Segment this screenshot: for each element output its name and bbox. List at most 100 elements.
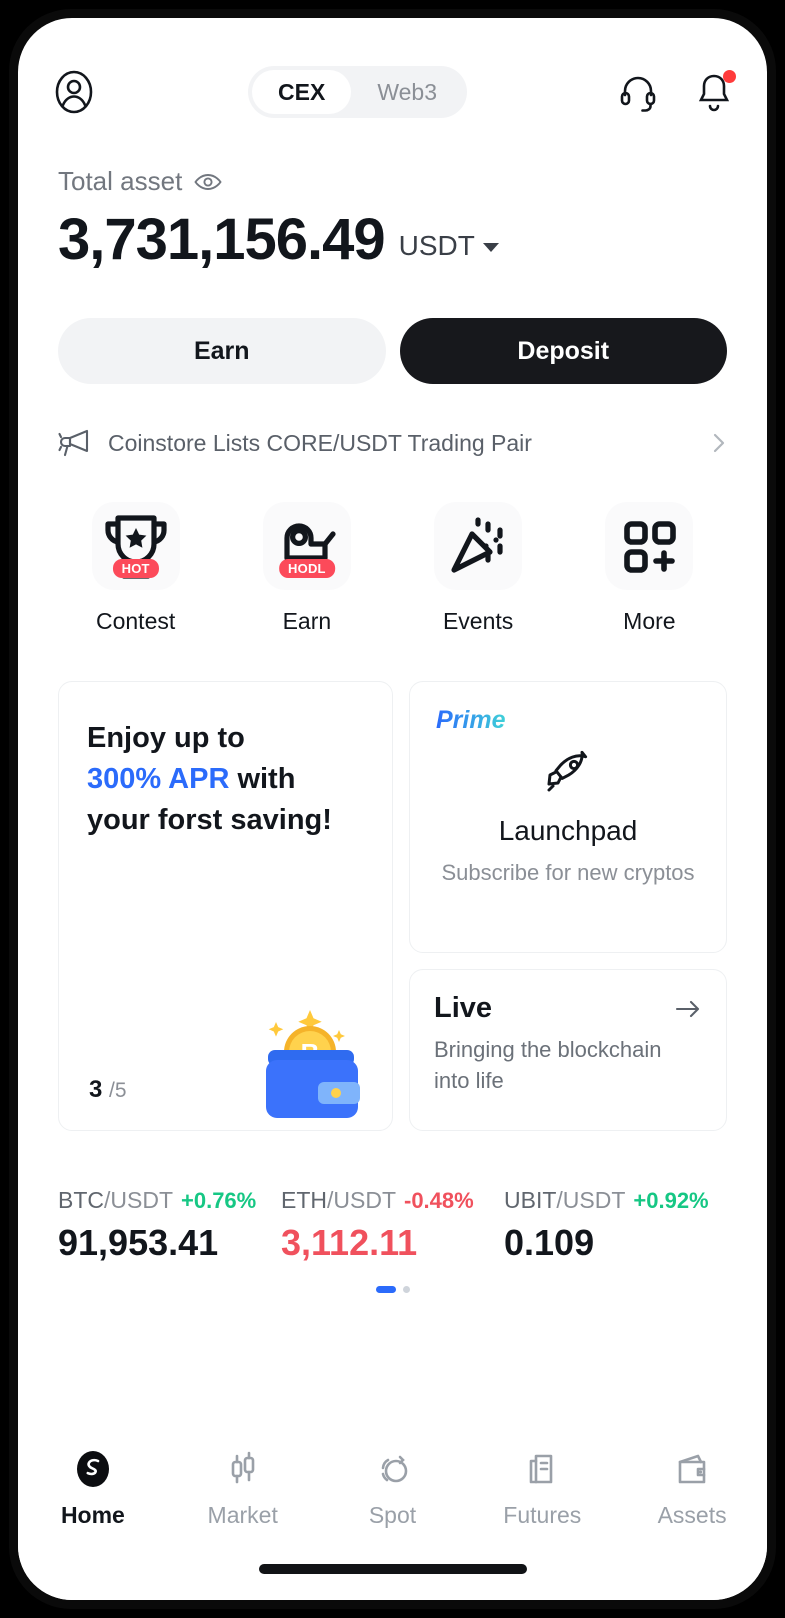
swap-circles-icon	[371, 1448, 413, 1490]
megaphone-icon	[58, 428, 92, 458]
ticker-change: +0.76%	[181, 1188, 257, 1214]
ticker-head: ETH/USDT -0.48%	[281, 1187, 504, 1214]
phone-frame: CEX Web3 Total asset 3,731,156.49 USDT E…	[9, 9, 776, 1609]
carousel-current: 3	[89, 1076, 103, 1104]
carousel-indicator: 3 /5	[89, 1076, 127, 1104]
quick-tile-earn[interactable]: HODL Earn	[221, 502, 392, 635]
chevron-right-icon[interactable]	[711, 431, 727, 455]
headset-icon[interactable]	[617, 71, 659, 113]
saving-promo-card[interactable]: Enjoy up to 300% APR with your forst sav…	[58, 681, 393, 1132]
ticker-quote: /USDT	[104, 1187, 173, 1214]
quick-tile-label: Contest	[95, 608, 176, 635]
document-icon	[521, 1448, 563, 1490]
bell-icon[interactable]	[693, 70, 736, 113]
launchpad-subtitle: Subscribe for new cryptos	[441, 860, 695, 886]
tile-badge-hodl: HODL	[279, 559, 335, 579]
header-icons	[617, 70, 736, 113]
ticker-head: BTC/USDT +0.76%	[58, 1187, 281, 1214]
ticker-ubit[interactable]: UBIT/USDT +0.92% 0.109	[504, 1187, 727, 1264]
live-card[interactable]: Live Bringing the blockchain into life	[409, 969, 727, 1132]
ticker-base: ETH	[281, 1187, 327, 1214]
announcement-text: Coinstore Lists CORE/USDT Trading Pair	[108, 429, 532, 456]
arrow-right-icon[interactable]	[674, 998, 702, 1020]
saving-line1: Enjoy up to	[87, 722, 245, 755]
nav-item-futures[interactable]: Futures	[467, 1448, 617, 1529]
quick-tile-events[interactable]: Events	[393, 502, 564, 635]
nav-item-home[interactable]: Home	[18, 1448, 168, 1529]
ticker-pair: UBIT/USDT	[504, 1187, 625, 1214]
saving-promo-text: Enjoy up to 300% APR with your forst sav…	[87, 718, 364, 840]
total-asset-label-row: Total asset	[58, 166, 727, 197]
nav-item-market[interactable]: Market	[168, 1448, 318, 1529]
notification-dot	[723, 70, 736, 83]
carousel-pagination[interactable]	[18, 1286, 767, 1294]
cex-web3-toggle[interactable]: CEX Web3	[248, 66, 467, 118]
launchpad-card[interactable]: Prime Launchpad Subscribe for new crypto…	[409, 681, 727, 954]
promo-grid: Enjoy up to 300% APR with your forst sav…	[18, 635, 767, 1132]
candlestick-icon	[222, 1448, 264, 1490]
ticker-change: -0.48%	[404, 1188, 474, 1214]
bottom-navigation: Home Market Spot Futures Assets	[18, 1420, 767, 1600]
user-circle-icon[interactable]	[50, 68, 98, 116]
tab-cex[interactable]: CEX	[252, 70, 352, 114]
wallet-icon	[671, 1448, 713, 1490]
tab-web3[interactable]: Web3	[351, 70, 463, 114]
ticker-change: +0.92%	[633, 1188, 709, 1214]
promo-left-column: Enjoy up to 300% APR with your forst sav…	[58, 681, 393, 1132]
earn-button[interactable]: Earn	[58, 318, 386, 385]
live-title: Live	[434, 992, 493, 1025]
nav-label: Futures	[503, 1502, 582, 1528]
total-asset-label: Total asset	[58, 166, 183, 196]
ticker-quote: /USDT	[556, 1187, 626, 1214]
ticker-base: UBIT	[504, 1187, 557, 1214]
quick-tile-contest[interactable]: HOT Contest	[50, 502, 221, 635]
eye-icon[interactable]	[194, 172, 222, 192]
primary-actions: Earn Deposit	[18, 270, 767, 385]
coinstore-logo-icon	[72, 1448, 114, 1490]
quick-tile-label: More	[623, 608, 676, 635]
nav-label: Spot	[368, 1502, 417, 1528]
ticker-eth[interactable]: ETH/USDT -0.48% 3,112.11	[281, 1187, 504, 1264]
nav-label: Home	[60, 1502, 125, 1528]
grid-plus-icon	[605, 502, 694, 591]
wallet-bitcoin-icon: B	[214, 972, 374, 1122]
caret-down-icon[interactable]	[482, 243, 499, 253]
saving-apr-highlight: 300% APR	[87, 763, 230, 796]
promo-right-column: Prime Launchpad Subscribe for new crypto…	[409, 681, 727, 1132]
confetti-icon	[434, 502, 523, 591]
quick-action-tiles: HOT Contest HODL Earn Events More	[18, 458, 767, 635]
ticker-head: UBIT/USDT +0.92%	[504, 1187, 727, 1214]
launchpad-title: Launchpad	[498, 815, 638, 847]
rocket-icon	[540, 743, 596, 799]
total-asset-balance: 3,731,156.49	[58, 207, 386, 272]
deposit-button[interactable]: Deposit	[399, 318, 727, 385]
quick-tile-label: Events	[442, 608, 514, 635]
pagination-dot[interactable]	[402, 1286, 410, 1294]
home-indicator	[258, 1564, 527, 1574]
app-header: CEX Web3	[18, 18, 767, 128]
announcement-banner[interactable]: Coinstore Lists CORE/USDT Trading Pair	[18, 384, 767, 458]
quick-tile-label: Earn	[282, 608, 332, 635]
market-tickers: BTC/USDT +0.76% 91,953.41 ETH/USDT -0.48…	[18, 1131, 767, 1264]
pagination-dot-active[interactable]	[375, 1286, 396, 1294]
live-subtitle: Bringing the blockchain into life	[434, 1037, 662, 1094]
nav-label: Market	[207, 1502, 278, 1528]
saving-line3: your forst saving!	[87, 803, 332, 836]
ticker-pair: BTC/USDT	[58, 1187, 173, 1214]
saving-line2-tail: with	[229, 763, 296, 796]
nav-label: Assets	[657, 1502, 727, 1528]
balance-row: 3,731,156.49 USDT	[58, 209, 727, 270]
nav-item-assets[interactable]: Assets	[617, 1448, 767, 1529]
carousel-total: /5	[109, 1079, 127, 1103]
ticker-price: 0.109	[504, 1222, 595, 1264]
ticker-price: 91,953.41	[58, 1222, 219, 1264]
nav-item-spot[interactable]: Spot	[318, 1448, 468, 1529]
tile-badge-hot: HOT	[112, 559, 159, 579]
quick-tile-more[interactable]: More	[564, 502, 735, 635]
ticker-base: BTC	[58, 1187, 104, 1214]
live-header-row: Live	[434, 992, 702, 1025]
ticker-btc[interactable]: BTC/USDT +0.76% 91,953.41	[58, 1187, 281, 1264]
currency-selector[interactable]: USDT	[399, 230, 475, 270]
ticker-pair: ETH/USDT	[281, 1187, 396, 1214]
total-asset-block: Total asset 3,731,156.49 USDT	[18, 128, 767, 270]
